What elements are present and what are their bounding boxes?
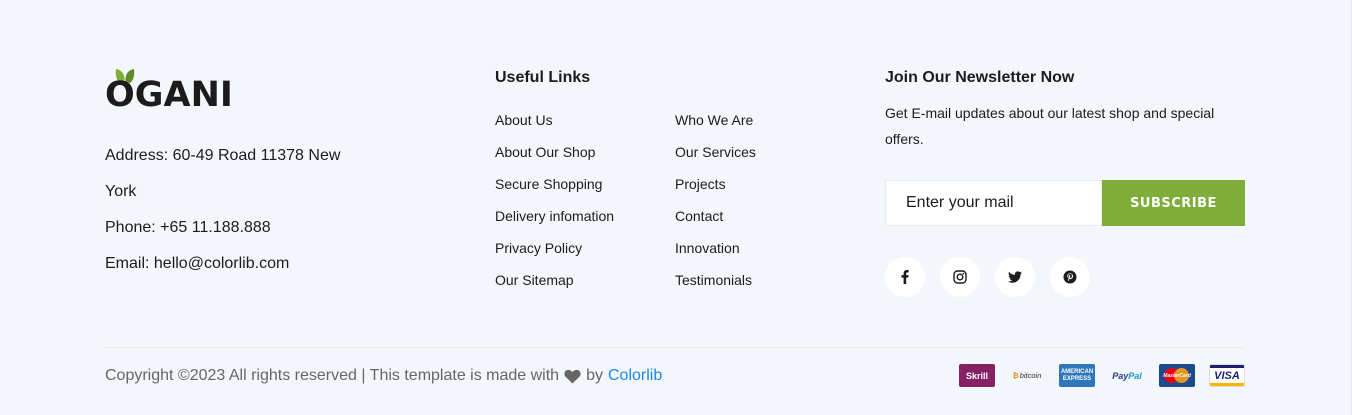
link-secure-shopping[interactable]: Secure Shopping (495, 168, 675, 200)
skrill-icon: Skrill (959, 364, 995, 387)
newsletter-title: Join Our Newsletter Now (885, 69, 1075, 86)
facebook-link[interactable] (885, 257, 925, 297)
copyright-label: Copyright ©2023 All rights reserved | Th… (105, 367, 560, 384)
link-about-us[interactable]: About Us (495, 104, 675, 136)
bitcoin-symbol: ₿ (1012, 371, 1019, 380)
site-logo[interactable]: OGANI (105, 66, 235, 116)
link-our-sitemap[interactable]: Our Sitemap (495, 264, 675, 296)
pinterest-icon (1063, 270, 1077, 284)
mastercard-label: MasterCard (1163, 372, 1191, 379)
logo-text: OGANI (105, 75, 233, 115)
contact-address: Address: 60-49 Road 11378 New York (105, 147, 341, 200)
pinterest-link[interactable] (1050, 257, 1090, 297)
newsletter-form: SUBSCRIBE (885, 180, 1245, 226)
link-privacy-policy[interactable]: Privacy Policy (495, 232, 675, 264)
useful-links-title: Useful Links (495, 69, 591, 86)
bitcoin-label: bitcoin (1019, 371, 1042, 380)
heart-icon (564, 369, 581, 383)
footer: OGANI Address: 60-49 Road 11378 New York… (0, 0, 1352, 415)
link-our-services[interactable]: Our Services (675, 136, 855, 168)
twitter-icon (1008, 271, 1022, 283)
footer-divider (105, 347, 1245, 348)
link-delivery-information[interactable]: Delivery infomation (495, 200, 675, 232)
copyright-text: Copyright ©2023 All rights reserved | Th… (105, 366, 662, 386)
link-who-we-are[interactable]: Who We Are (675, 104, 855, 136)
amex-line-2: EXPRESS (1062, 375, 1092, 382)
contact-email: Email: hello@colorlib.com (105, 255, 290, 272)
link-projects[interactable]: Projects (675, 168, 855, 200)
subscribe-button[interactable]: SUBSCRIBE (1102, 180, 1245, 226)
paypal-icon: Pay Pal (1109, 364, 1145, 387)
colorlib-link[interactable]: Colorlib (608, 366, 662, 386)
visa-label: VISA (1214, 369, 1240, 382)
links-column-1: About Us About Our Shop Secure Shopping … (495, 104, 675, 296)
footer-about: OGANI Address: 60-49 Road 11378 New York… (105, 66, 365, 272)
link-about-our-shop[interactable]: About Our Shop (495, 136, 675, 168)
bitcoin-icon: ₿ bitcoin (1009, 364, 1045, 387)
payment-methods: Skrill ₿ bitcoin AMERICAN EXPRESS Pay Pal … (959, 364, 1245, 387)
link-innovation[interactable]: Innovation (675, 232, 855, 264)
amex-line-1: AMERICAN (1060, 368, 1094, 375)
instagram-link[interactable] (940, 257, 980, 297)
instagram-icon (953, 270, 967, 284)
link-testimonials[interactable]: Testimonials (675, 264, 855, 296)
contact-list: Address: 60-49 Road 11378 New York Phone… (105, 138, 365, 282)
useful-links-grid: About Us About Our Shop Secure Shopping … (495, 104, 855, 296)
american-express-icon: AMERICAN EXPRESS (1059, 364, 1095, 387)
twitter-link[interactable] (995, 257, 1035, 297)
social-links (885, 257, 1090, 297)
contact-phone: Phone: +65 11.188.888 (105, 219, 271, 236)
email-input[interactable] (885, 180, 1102, 226)
links-column-2: Who We Are Our Services Projects Contact… (675, 104, 855, 296)
newsletter-description: Get E-mail updates about our latest shop… (885, 105, 1215, 147)
newsletter: Join Our Newsletter Now Get E-mail updat… (885, 68, 1245, 297)
skrill-label: Skrill (965, 370, 988, 381)
paypal-label-b: Pal (1128, 370, 1142, 381)
useful-links: Useful Links About Us About Our Shop Sec… (495, 68, 815, 288)
facebook-icon (901, 270, 909, 284)
link-contact[interactable]: Contact (675, 200, 855, 232)
paypal-label-a: Pay (1112, 370, 1129, 381)
visa-icon: VISA (1209, 364, 1245, 387)
mastercard-icon: MasterCard (1159, 364, 1195, 387)
copyright-by: by (586, 367, 603, 384)
